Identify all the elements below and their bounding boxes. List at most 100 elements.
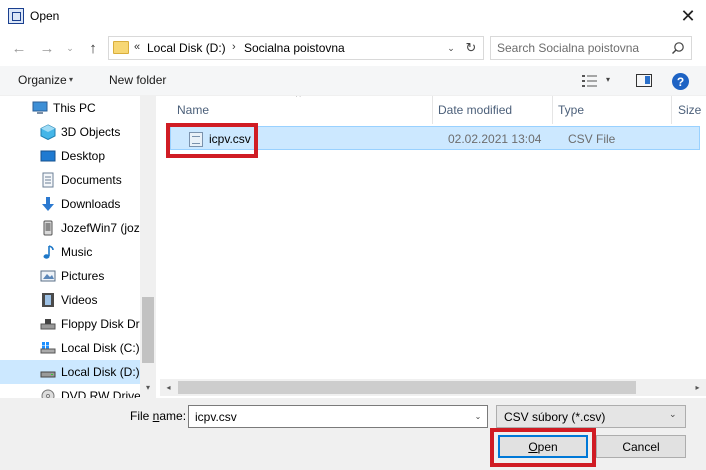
help-icon[interactable]: ? <box>672 73 689 90</box>
music-icon <box>43 245 54 259</box>
download-icon <box>42 197 54 211</box>
refresh-button[interactable]: ↻ <box>461 38 481 58</box>
file-type: CSV File <box>568 132 616 146</box>
cancel-button[interactable]: Cancel <box>596 435 686 458</box>
dvd-drive-icon <box>41 389 55 398</box>
sidebar-item-label: Floppy Disk Dri <box>61 317 140 331</box>
chevron-left-icon: ◂ <box>166 383 171 392</box>
phone-icon <box>43 220 53 236</box>
column-divider[interactable] <box>432 96 433 124</box>
up-button[interactable]: ↑ <box>82 38 104 58</box>
desktop-icon <box>40 150 56 162</box>
sidebar-item-documents[interactable]: Documents <box>0 168 140 192</box>
highlight-box-file <box>166 123 258 158</box>
column-header-name[interactable]: Name <box>177 103 209 117</box>
sidebar-item-jozefwin7[interactable]: JozefWin7 (joze <box>0 216 140 240</box>
sidebar-item-3d-objects[interactable]: 3D Objects <box>0 120 140 144</box>
column-header-size[interactable]: Size <box>678 103 701 117</box>
sidebar-item-label: Local Disk (C:) <box>61 341 140 355</box>
scroll-left-button[interactable]: ◂ <box>160 379 177 396</box>
window-title: Open <box>30 9 60 23</box>
chevron-down-icon: ⌄ <box>66 42 74 53</box>
sidebar-item-videos[interactable]: Videos <box>0 288 140 312</box>
forward-arrow-icon: → <box>39 39 55 57</box>
chevron-down-icon: ⌄ <box>669 409 677 419</box>
view-options-icon[interactable] <box>582 74 598 88</box>
file-name-history-button[interactable]: ⌄ <box>471 408 485 425</box>
cancel-label: Cancel <box>622 439 660 454</box>
folder-icon <box>113 41 129 54</box>
app-icon <box>8 8 24 24</box>
sidebar-item-label: Pictures <box>61 269 105 283</box>
sidebar-item-dvd-drive[interactable]: DVD RW Drive <box>0 384 140 398</box>
back-button[interactable]: ← <box>8 38 30 58</box>
picture-icon <box>40 270 56 282</box>
column-divider[interactable] <box>671 96 672 124</box>
sidebar-item-label: JozefWin7 (joze <box>61 221 140 235</box>
address-bar[interactable]: « Local Disk (D:) › Socialna poistovna ⌄… <box>108 36 484 60</box>
back-arrow-icon: ← <box>11 39 27 57</box>
cube-icon <box>40 124 56 140</box>
sidebar-item-downloads[interactable]: Downloads <box>0 192 140 216</box>
sidebar-item-music[interactable]: Music <box>0 240 140 264</box>
navigation-pane: This PC 3D Objects Desktop Documents Dow… <box>0 96 156 398</box>
scroll-right-button[interactable]: ▸ <box>689 379 706 396</box>
sidebar-item-label: DVD RW Drive <box>61 389 140 398</box>
sidebar-item-label: Documents <box>61 173 122 187</box>
close-button[interactable]: ✕ <box>670 0 706 32</box>
new-folder-button[interactable]: New folder <box>109 73 166 87</box>
video-icon <box>42 293 54 307</box>
address-history-button[interactable]: ⌄ <box>443 39 459 57</box>
computer-icon <box>32 101 48 114</box>
label-part: File <box>130 409 153 423</box>
highlight-box-open <box>490 428 596 467</box>
file-type-select[interactable]: CSV súbory (*.csv) ⌄ <box>496 405 686 428</box>
recent-locations-button[interactable]: ⌄ <box>63 38 77 58</box>
breadcrumb-overflow[interactable]: « <box>134 41 140 53</box>
view-dropdown-icon[interactable]: ▾ <box>606 75 610 84</box>
sidebar-item-pictures[interactable]: Pictures <box>0 264 140 288</box>
file-name-value[interactable]: icpv.csv <box>195 410 237 424</box>
search-icon[interactable] <box>671 41 685 55</box>
column-divider[interactable] <box>552 96 553 124</box>
file-date-modified: 02.02.2021 13:04 <box>448 132 542 146</box>
chevron-down-icon: ⌄ <box>474 412 482 421</box>
drive-icon <box>40 371 56 378</box>
column-header-date-modified[interactable]: Date modified <box>438 103 512 117</box>
sidebar-item-label: Downloads <box>61 197 121 211</box>
file-name-label: File name: <box>130 409 186 423</box>
title-bar: Open ✕ <box>0 0 706 32</box>
sort-indicator-icon: ^ <box>296 96 301 103</box>
sidebar-item-label: This PC <box>53 101 96 115</box>
chevron-right-icon: ▸ <box>695 383 700 392</box>
label-part: ame: <box>159 409 187 423</box>
preview-pane-icon[interactable] <box>636 74 652 87</box>
horizontal-scrollbar[interactable]: ◂ ▸ <box>160 379 706 396</box>
breadcrumb-separator[interactable]: › <box>232 41 236 53</box>
floppy-drive-icon <box>40 319 56 330</box>
sidebar-item-floppy-disk[interactable]: Floppy Disk Dri <box>0 312 140 336</box>
breadcrumb-local-disk-d[interactable]: Local Disk (D:) <box>147 41 226 55</box>
horizontal-scroll-thumb[interactable] <box>178 381 636 394</box>
sidebar-item-label: 3D Objects <box>61 125 121 139</box>
column-header-type[interactable]: Type <box>558 103 584 117</box>
sidebar-scroll-thumb[interactable] <box>142 297 154 363</box>
organize-dropdown-icon[interactable]: ▾ <box>69 75 73 84</box>
search-input[interactable] <box>497 40 667 56</box>
breadcrumb-socialna-poistovna[interactable]: Socialna poistovna <box>244 41 345 55</box>
toolbar: Organize ▾ New folder ▾ ? <box>0 66 706 96</box>
dialog-footer: File name: icpv.csv ⌄ CSV súbory (*.csv)… <box>0 398 706 470</box>
file-name-field[interactable]: icpv.csv ⌄ <box>188 405 488 428</box>
sidebar-item-label: Desktop <box>61 149 106 163</box>
search-box[interactable] <box>490 36 692 60</box>
sidebar-item-local-disk-d[interactable]: Local Disk (D:) <box>0 360 140 384</box>
sidebar-item-this-pc[interactable]: This PC <box>0 96 140 120</box>
sidebar-item-label: Videos <box>61 293 98 307</box>
sidebar-scroll-down-button[interactable]: ▾ <box>140 378 156 396</box>
chevron-down-icon: ▾ <box>145 382 150 392</box>
sidebar-item-desktop[interactable]: Desktop <box>0 144 140 168</box>
sidebar-item-local-disk-c[interactable]: Local Disk (C:) <box>0 336 140 360</box>
system-drive-icon <box>40 342 56 354</box>
organize-button[interactable]: Organize <box>18 73 67 87</box>
forward-button[interactable]: → <box>36 38 58 58</box>
